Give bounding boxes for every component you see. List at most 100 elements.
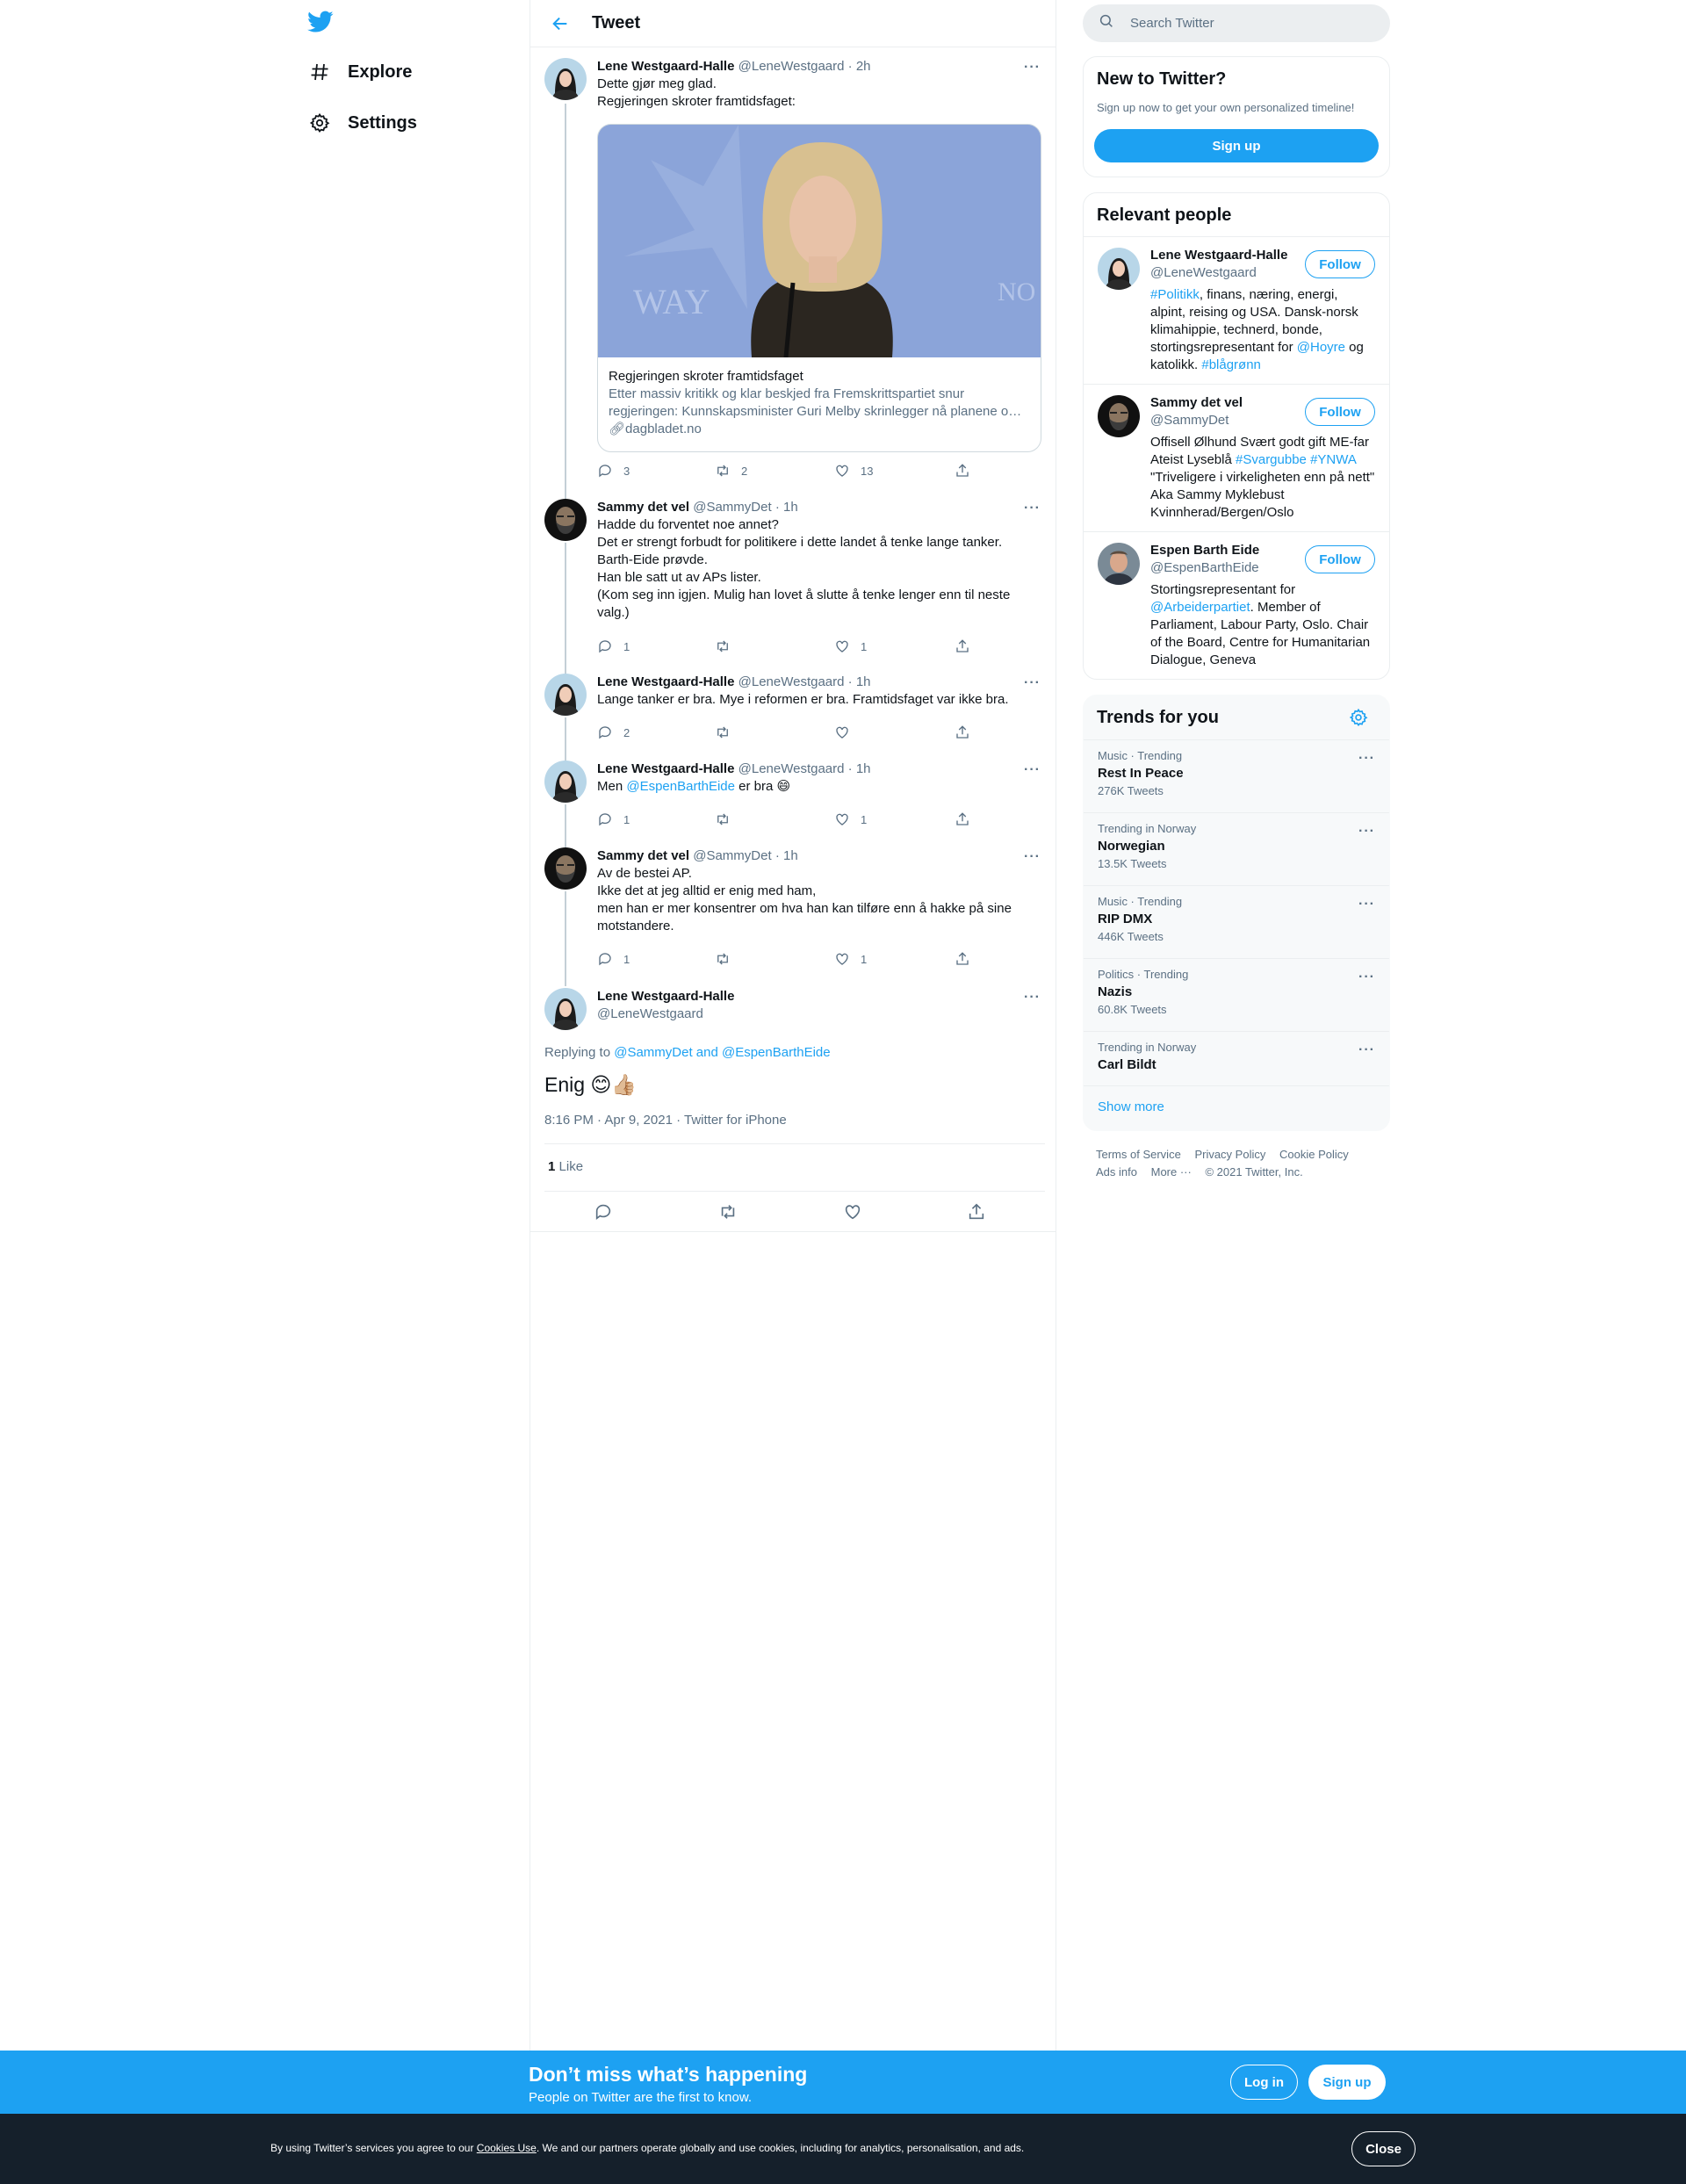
person-handle[interactable]: @EspenBarthEide [1150, 560, 1259, 575]
person-card[interactable]: Sammy det vel @SammyDet Follow Offisell … [1084, 384, 1389, 531]
banner-signup-button[interactable]: Sign up [1308, 2065, 1386, 2100]
login-button[interactable]: Log in [1230, 2065, 1298, 2100]
nav-explore[interactable]: Explore [307, 54, 412, 90]
back-arrow-icon[interactable] [548, 11, 573, 36]
like-button[interactable]: 13 [834, 463, 873, 479]
more-icon[interactable]: ··· [1358, 897, 1375, 912]
avatar[interactable] [1098, 248, 1140, 290]
avatar[interactable] [544, 499, 587, 541]
retweet-button[interactable] [715, 811, 741, 827]
share-button[interactable] [955, 638, 970, 654]
avatar[interactable] [544, 674, 587, 716]
like-button[interactable]: 1 [834, 951, 867, 967]
more-icon[interactable]: ··· [1358, 751, 1375, 767]
person-handle[interactable]: @SammyDet [1150, 413, 1228, 428]
retweet-button[interactable]: 2 [715, 463, 747, 479]
person-handle[interactable]: @LeneWestgaard [1150, 265, 1257, 280]
reply-button[interactable]: 3 [597, 463, 630, 479]
more-icon[interactable]: ··· [1358, 824, 1375, 840]
follow-button[interactable]: Follow [1305, 250, 1375, 278]
more-icon[interactable]: ··· [1358, 1042, 1375, 1058]
trend-item[interactable]: Trending in Norway Norwegian 13.5K Tweet… [1084, 812, 1389, 885]
author-handle[interactable]: @LeneWestgaard [739, 761, 845, 776]
reply-icon[interactable] [594, 1202, 613, 1226]
like-count-link[interactable]: 1 Like [548, 1158, 583, 1176]
reply-button[interactable]: 1 [597, 951, 630, 967]
person-card[interactable]: Espen Barth Eide @EspenBarthEide Follow … [1084, 531, 1389, 679]
share-button[interactable] [955, 951, 970, 967]
author-name[interactable]: Lene Westgaard-Halle [597, 674, 734, 689]
trend-item[interactable]: Trending in Norway Carl Bildt ··· [1084, 1031, 1389, 1085]
nav-settings[interactable]: Settings [307, 105, 417, 141]
trend-item[interactable]: Music · Trending RIP DMX 446K Tweets ··· [1084, 885, 1389, 958]
avatar[interactable] [1098, 395, 1140, 437]
more-icon[interactable]: ··· [1024, 990, 1041, 1005]
reply-button[interactable]: 1 [597, 638, 630, 654]
share-button[interactable] [955, 724, 970, 740]
more-icon[interactable]: ··· [1024, 501, 1041, 515]
avatar[interactable] [544, 58, 587, 100]
tweet-time[interactable]: · 1h [775, 848, 798, 863]
twitter-logo-icon[interactable] [307, 11, 334, 33]
cookies-use-link[interactable]: Cookies Use [477, 2142, 537, 2154]
show-more-link[interactable]: Show more [1084, 1085, 1389, 1130]
avatar[interactable] [544, 988, 587, 1030]
author-handle[interactable]: @LeneWestgaard [739, 59, 845, 74]
retweet-button[interactable] [715, 724, 741, 740]
tweet-time[interactable]: · 1h [775, 500, 798, 515]
retweet-button[interactable] [715, 951, 741, 967]
link-card[interactable]: WAY NO Regjeringen skroter framtidsfaget… [597, 124, 1041, 452]
like-button[interactable]: 1 [834, 638, 867, 654]
avatar[interactable] [544, 847, 587, 890]
footer-privacy-link[interactable]: Privacy Policy [1194, 1148, 1265, 1161]
replying-to-users[interactable]: @SammyDet and @EspenBarthEide [614, 1045, 830, 1060]
heart-icon[interactable] [843, 1202, 862, 1226]
author-name[interactable]: Sammy det vel [597, 848, 689, 863]
avatar[interactable] [544, 760, 587, 803]
mention-link[interactable]: @Arbeiderpartiet [1150, 600, 1250, 615]
person-name[interactable]: Sammy det vel [1150, 395, 1243, 410]
footer-more-link[interactable]: More ··· [1151, 1165, 1192, 1178]
person-card[interactable]: Lene Westgaard-Halle @LeneWestgaard Foll… [1084, 236, 1389, 384]
author-handle[interactable]: @SammyDet [693, 848, 771, 863]
footer-cookie-link[interactable]: Cookie Policy [1279, 1148, 1349, 1161]
hashtag-link[interactable]: #YNWA [1310, 452, 1357, 467]
signup-button[interactable]: Sign up [1094, 129, 1379, 162]
hashtag-link[interactable]: #Politikk [1150, 287, 1200, 302]
follow-button[interactable]: Follow [1305, 545, 1375, 573]
author-name[interactable]: Lene Westgaard-Halle [597, 59, 734, 74]
main-tweet-timestamp[interactable]: 8:16 PM · Apr 9, 2021 · Twitter for iPho… [544, 1112, 787, 1129]
retweet-icon[interactable] [718, 1202, 738, 1226]
trend-item[interactable]: Politics · Trending Nazis 60.8K Tweets ·… [1084, 958, 1389, 1031]
tweet-time[interactable]: · 1h [848, 761, 871, 776]
author-name[interactable]: Lene Westgaard-Halle [597, 988, 1041, 1006]
tweet-time[interactable]: · 2h [848, 59, 871, 74]
author-handle[interactable]: @LeneWestgaard [597, 1006, 1041, 1023]
author-name[interactable]: Sammy det vel [597, 500, 689, 515]
reply-button[interactable]: 2 [597, 724, 630, 740]
tweet-time[interactable]: · 1h [848, 674, 871, 689]
mention-link[interactable]: @Hoyre [1297, 340, 1345, 355]
more-icon[interactable]: ··· [1024, 675, 1041, 690]
author-name[interactable]: Lene Westgaard-Halle [597, 761, 734, 776]
retweet-button[interactable] [715, 638, 741, 654]
mention-link[interactable]: @EspenBarthEide [626, 779, 735, 794]
like-button[interactable] [834, 724, 861, 740]
follow-button[interactable]: Follow [1305, 398, 1375, 426]
person-name[interactable]: Lene Westgaard-Halle [1150, 248, 1287, 263]
footer-ads-link[interactable]: Ads info [1096, 1165, 1137, 1178]
person-name[interactable]: Espen Barth Eide [1150, 543, 1259, 558]
hashtag-link[interactable]: #Svargubbe [1236, 452, 1307, 467]
reply-button[interactable]: 1 [597, 811, 630, 827]
more-icon[interactable]: ··· [1024, 60, 1041, 75]
hashtag-link[interactable]: #blågrønn [1201, 357, 1261, 372]
share-button[interactable] [955, 463, 970, 479]
avatar[interactable] [1098, 543, 1140, 585]
gear-icon[interactable] [1349, 708, 1368, 732]
trend-item[interactable]: Music · Trending Rest In Peace 276K Twee… [1084, 739, 1389, 812]
footer-terms-link[interactable]: Terms of Service [1096, 1148, 1181, 1161]
share-icon[interactable] [967, 1202, 986, 1226]
like-button[interactable]: 1 [834, 811, 867, 827]
search-input[interactable]: Search Twitter [1083, 4, 1390, 42]
more-icon[interactable]: ··· [1024, 762, 1041, 777]
